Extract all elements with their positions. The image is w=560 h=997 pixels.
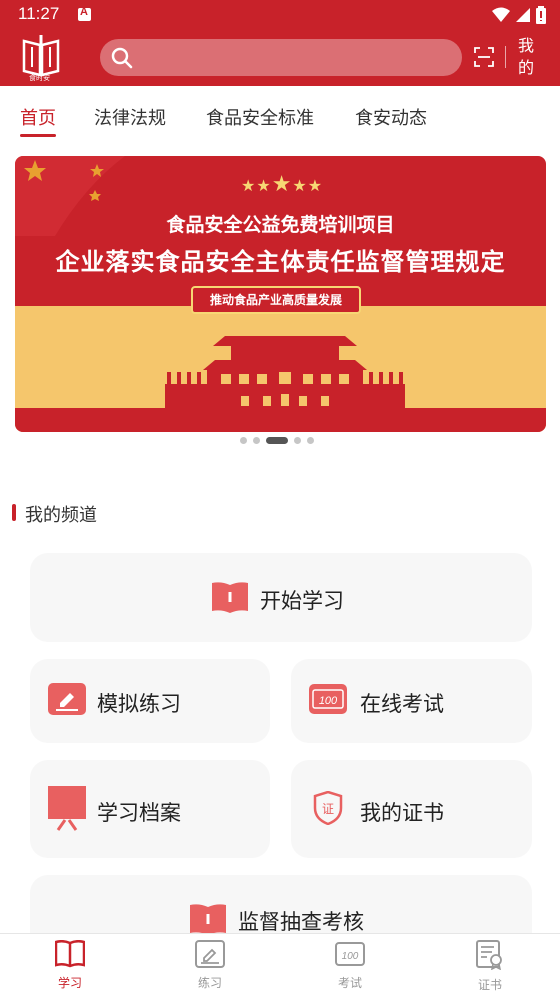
app-header: 11:27 食时安 我的 (0, 0, 560, 86)
status-indicators (492, 6, 546, 24)
online-exam-label: 在线考试 (360, 692, 444, 716)
banner-bottom-band (15, 408, 546, 432)
section-title-marker (12, 504, 16, 521)
active-tab-indicator (20, 134, 56, 137)
book-icon (54, 939, 86, 968)
svg-text:100: 100 (342, 951, 359, 962)
carousel-indicator (240, 437, 314, 444)
my-profile-button[interactable]: 我的 (516, 35, 536, 79)
tab-food-safety-standards[interactable]: 食品安全标准 (206, 104, 314, 130)
section-title: 我的频道 (25, 505, 97, 526)
my-certificates-label: 我的证书 (360, 801, 444, 825)
carousel-dot-active[interactable] (266, 437, 288, 444)
certificate-icon (476, 940, 502, 971)
nav-exam-label: 考试 (337, 976, 362, 990)
score-icon: 100 (335, 942, 365, 966)
banner-carousel[interactable]: ★★★★★ 食品安全公益免费培训项目 企业落实食品安全主体责任监督管理规定 推动… (15, 156, 546, 432)
bottom-navigation: 学习 练习 100 考试 证书 (0, 933, 560, 997)
nav-exam[interactable]: 100 考试 (310, 940, 390, 991)
wifi-icon (492, 7, 510, 22)
nav-certificate-label: 证书 (477, 978, 502, 992)
carousel-dot[interactable] (307, 437, 314, 444)
svg-text:100: 100 (319, 695, 338, 707)
battery-icon (536, 6, 546, 24)
online-exam-card[interactable]: 100 在线考试 (291, 659, 532, 743)
nav-practice[interactable]: 练习 (170, 940, 250, 991)
carousel-dot[interactable] (253, 437, 260, 444)
book-icon (190, 904, 226, 935)
learning-archive-card[interactable]: 学习档案 (30, 760, 270, 858)
banner-stars-icon: ★★★★★ (241, 172, 324, 197)
category-tabs: 首页 法律法规 食品安全标准 食安动态 (0, 86, 560, 146)
header-divider (505, 46, 506, 68)
status-time: 11:27 (18, 4, 60, 23)
edit-icon (48, 683, 86, 715)
nav-study[interactable]: 学习 (30, 939, 110, 991)
search-icon (111, 47, 133, 69)
banner-subtitle: 食品安全公益免费培训项目 (166, 214, 395, 236)
notification-icon (78, 6, 91, 21)
signal-icon (516, 8, 530, 22)
logo-text: 食时安 (29, 74, 50, 82)
mock-practice-card[interactable]: 模拟练习 (30, 659, 270, 743)
scan-icon[interactable] (474, 47, 494, 67)
tab-home[interactable]: 首页 (20, 104, 56, 130)
learning-archive-label: 学习档案 (97, 801, 181, 825)
start-learning-label: 开始学习 (260, 589, 344, 613)
nav-practice-label: 练习 (197, 976, 222, 990)
banner-title: 企业落实食品安全主体责任监督管理规定 (55, 248, 506, 276)
nav-certificate[interactable]: 证书 (450, 940, 530, 993)
tab-food-safety-news[interactable]: 食安动态 (355, 104, 427, 130)
nav-study-label: 学习 (57, 976, 82, 990)
status-bar: 11:27 (0, 0, 560, 30)
tiananmen-gate-icon (165, 336, 405, 410)
archive-board-icon (48, 786, 86, 831)
svg-text:证: 证 (322, 802, 334, 816)
app-logo[interactable]: 食时安 (20, 33, 62, 83)
supervision-check-label: 监督抽查考核 (238, 910, 364, 934)
edit-icon (195, 940, 225, 968)
search-input[interactable] (100, 39, 462, 76)
start-learning-card[interactable]: 开始学习 (30, 553, 532, 642)
tab-laws[interactable]: 法律法规 (94, 104, 166, 130)
book-icon (212, 582, 248, 613)
carousel-dot[interactable] (240, 437, 247, 444)
carousel-dot[interactable] (294, 437, 301, 444)
score-icon: 100 (309, 684, 347, 714)
banner-slogan: 推动食品产业高质量发展 (191, 286, 361, 314)
mock-practice-label: 模拟练习 (97, 692, 181, 716)
my-certificates-card[interactable]: 证 我的证书 (291, 760, 532, 858)
certificate-shield-icon: 证 (313, 791, 343, 825)
